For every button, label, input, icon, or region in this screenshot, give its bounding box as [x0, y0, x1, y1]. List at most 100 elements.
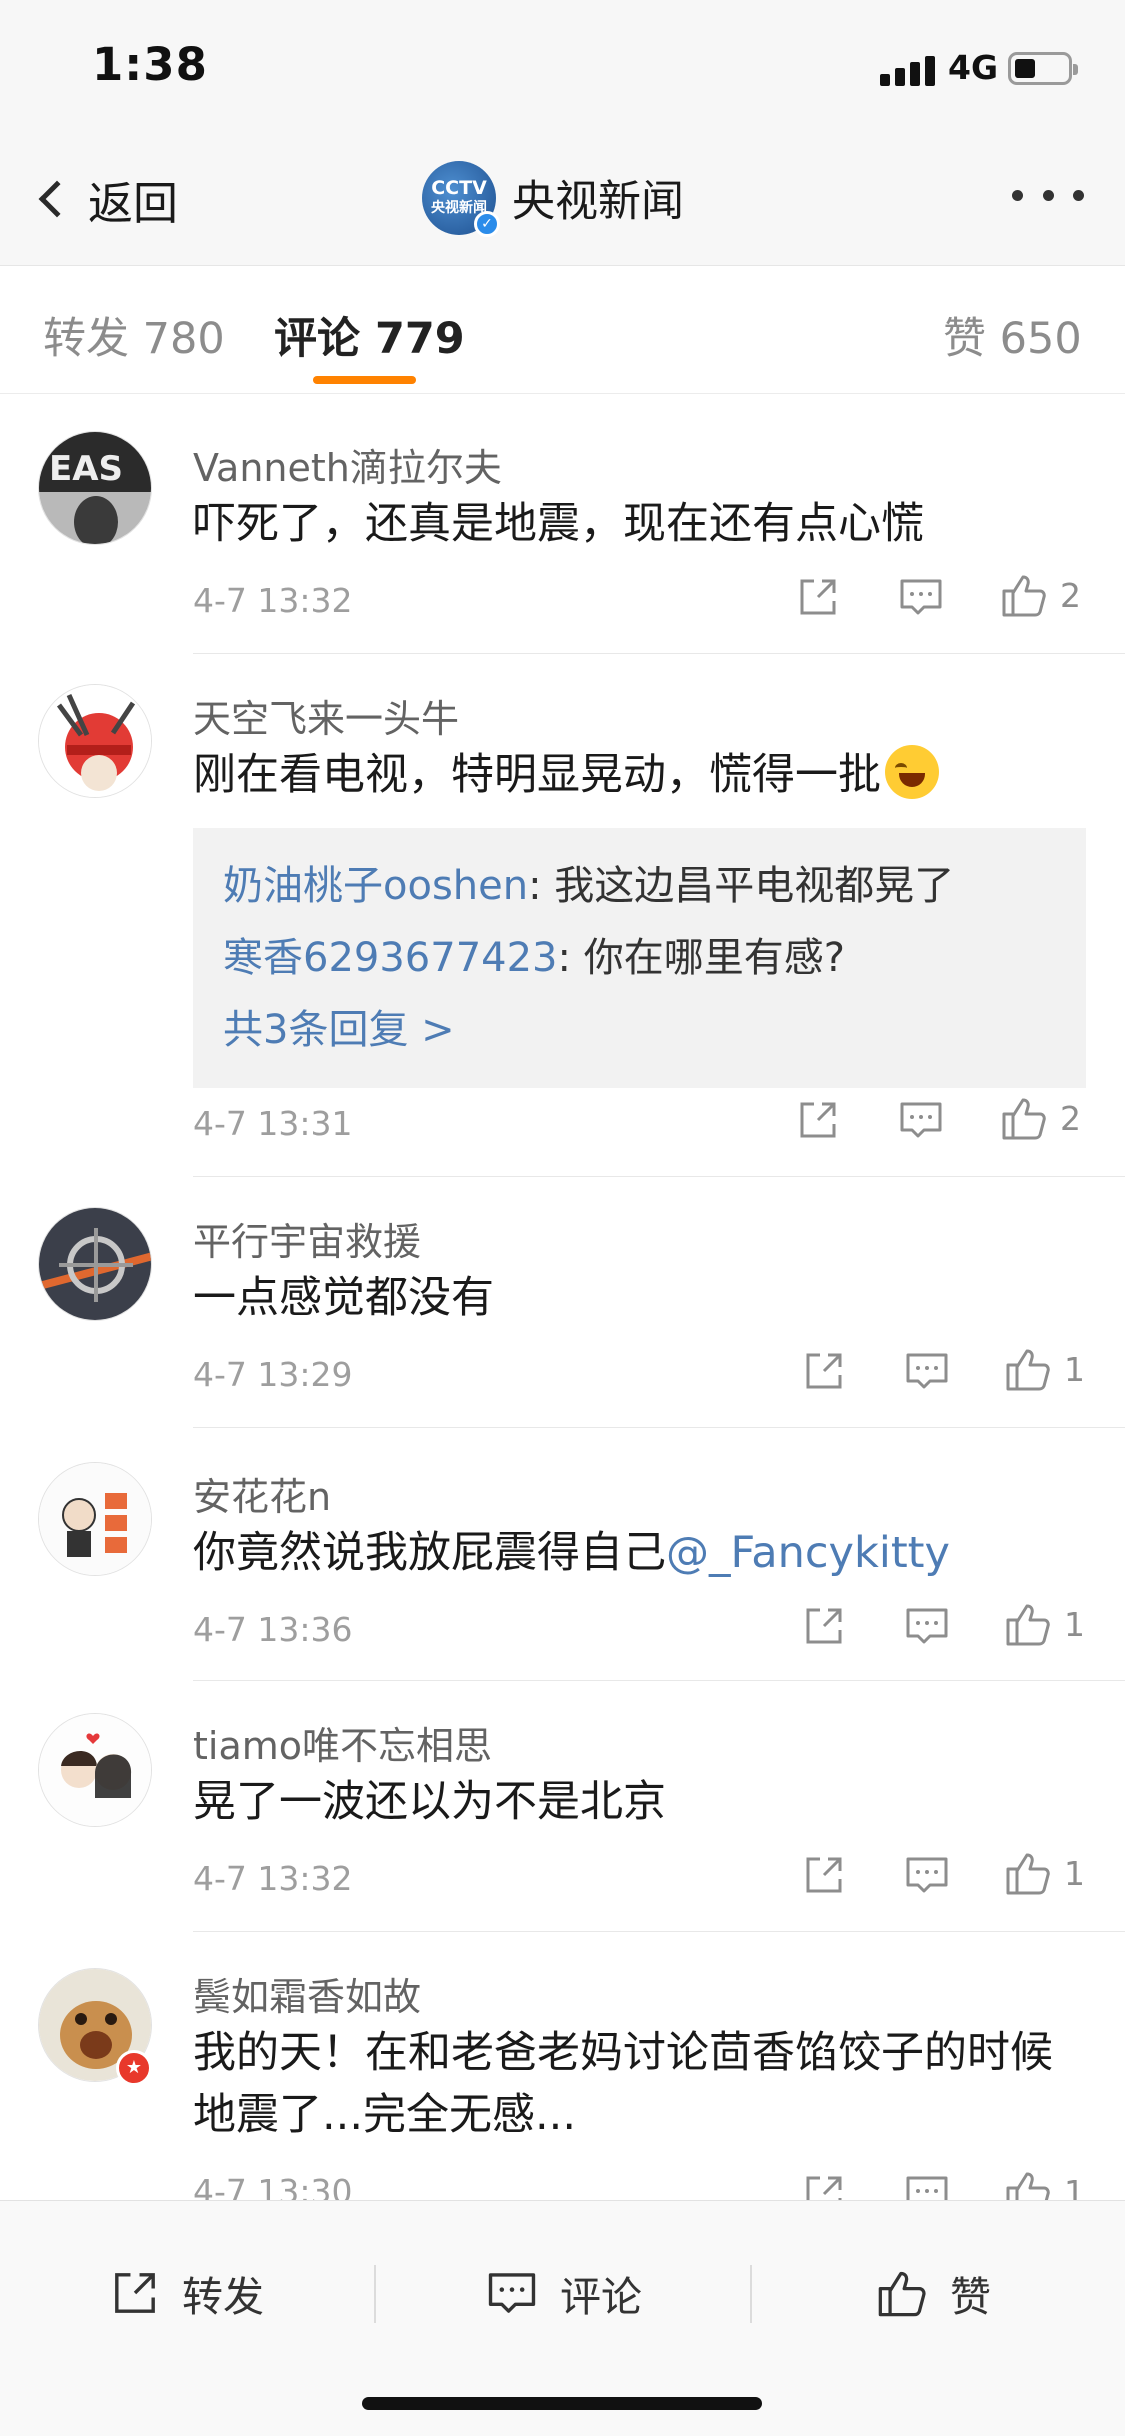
repost-button[interactable]: 转发: [110, 2263, 264, 2323]
reply-button[interactable]: [904, 1349, 950, 1393]
commenter-name[interactable]: tiamo唯不忘相思: [193, 1715, 492, 1770]
like-button[interactable]: 2: [1000, 571, 1081, 619]
reply-button[interactable]: [904, 1604, 950, 1648]
reply-user[interactable]: 寒香6293677423: [223, 935, 558, 981]
comment-text: 一点感觉都没有: [193, 1273, 494, 1323]
reply-text: : 我这边昌平电视都晃了: [528, 863, 955, 909]
reply-user[interactable]: 奶油桃子ooshen: [223, 863, 528, 909]
like-button[interactable]: 1: [1004, 1345, 1085, 1393]
divider: [193, 1931, 1125, 1932]
view-all-replies-link[interactable]: 共3条回复 >: [223, 994, 1056, 1066]
comment-text: 我的天！在和老爸老妈讨论茴香馅饺子的时候地震了...完全无感...: [193, 2028, 1053, 2140]
repost-label: 转发: [182, 2273, 264, 2321]
commenter-name[interactable]: 天空飞来一头牛: [193, 688, 459, 743]
like-button[interactable]: 赞: [876, 2263, 991, 2323]
comment-button[interactable]: 评论: [486, 2263, 642, 2323]
tab-bar: 转发 780 评论 779 赞 650: [0, 266, 1125, 394]
reply-item[interactable]: 奶油桃子ooshen: 我这边昌平电视都晃了: [223, 850, 1056, 922]
commenter-name[interactable]: 安花花n: [193, 1466, 331, 1521]
like-button[interactable]: 1: [1004, 1849, 1085, 1897]
cctv-logo: CCTV 央视新闻 ✓: [422, 161, 500, 237]
share-button[interactable]: [796, 1098, 840, 1142]
comment-time: 4-7 13:29: [193, 1355, 353, 1394]
share-icon: [115, 2273, 155, 2313]
comment-icon: [906, 1353, 948, 1389]
reply-text: : 你在哪里有感?: [557, 935, 845, 981]
member-badge-icon: ★: [116, 2050, 152, 2086]
reply-button[interactable]: [898, 1098, 944, 1142]
back-button[interactable]: 返回: [32, 164, 178, 234]
comment-text: 晃了一波还以为不是北京: [193, 1777, 666, 1827]
avatar[interactable]: [38, 1207, 152, 1321]
verified-icon: ✓: [474, 211, 500, 237]
like-count: 2: [1060, 1098, 1081, 1138]
comment-time: 4-7 13:36: [193, 1610, 353, 1649]
share-icon: [806, 1608, 842, 1644]
commenter-name[interactable]: 平行宇宙救援: [193, 1211, 421, 1266]
active-tab-indicator: [313, 376, 416, 384]
avatar[interactable]: [38, 1462, 152, 1576]
divider: [193, 1680, 1125, 1681]
like-count: 1: [1064, 1604, 1085, 1644]
like-count: 1: [1064, 1853, 1085, 1893]
comment-list[interactable]: EAS Vanneth滴拉尔夫 吓死了，还真是地震，现在还有点心慌 4-7 13…: [0, 395, 1125, 2200]
account-title[interactable]: CCTV 央视新闻 ✓ 央视新闻: [422, 160, 684, 237]
reply-button[interactable]: [904, 1853, 950, 1897]
like-button[interactable]: 1: [1004, 1600, 1085, 1648]
avatar[interactable]: [38, 1713, 152, 1827]
share-button[interactable]: [802, 2172, 846, 2200]
chevron-left-icon: [38, 180, 76, 218]
reply-button[interactable]: [904, 2172, 950, 2200]
share-icon: [800, 1102, 836, 1138]
commenter-name[interactable]: Vanneth滴拉尔夫: [193, 437, 502, 492]
share-icon: [806, 2176, 842, 2200]
like-button[interactable]: 1: [1004, 2168, 1085, 2200]
share-icon: [806, 1353, 842, 1389]
laughing-crying-emoji-icon: [885, 745, 939, 799]
comment-text: 吓死了，还真是地震，现在还有点心慌: [193, 499, 924, 549]
more-horizontal-icon[interactable]: [1012, 190, 1084, 206]
reply-item[interactable]: 寒香6293677423: 你在哪里有感?: [223, 922, 1056, 994]
like-button[interactable]: 2: [1000, 1094, 1081, 1142]
divider: [750, 2265, 752, 2323]
comment-icon: [900, 579, 942, 615]
comment-label: 评论: [560, 2273, 642, 2321]
comment-text: 你竟然说我放屁震得自己@_Fancykitty: [193, 1528, 950, 1578]
svg-text:EAS: EAS: [49, 449, 123, 489]
thumbs-up-icon: [1002, 575, 1046, 617]
tab-repost[interactable]: 转发 780: [43, 304, 225, 366]
share-icon: [806, 1857, 842, 1893]
reply-button[interactable]: [898, 575, 944, 619]
avatar[interactable]: EAS: [38, 431, 152, 545]
share-button[interactable]: [802, 1604, 846, 1648]
share-button[interactable]: [802, 1853, 846, 1897]
comment-icon: [488, 2273, 536, 2313]
tab-comments[interactable]: 评论 779: [274, 304, 465, 366]
reply-preview[interactable]: 奶油桃子ooshen: 我这边昌平电视都晃了 寒香6293677423: 你在哪…: [193, 828, 1086, 1088]
header: 1:38 4G 返回 CCTV 央视新闻 ✓ 央视新闻: [0, 0, 1125, 266]
tab-likes[interactable]: 赞 650: [943, 304, 1082, 366]
comment-text: 刚在看电视，特明显晃动，慌得一批: [193, 744, 1093, 806]
like-count: 1: [1064, 2172, 1085, 2201]
share-icon: [800, 579, 836, 615]
share-button[interactable]: [796, 575, 840, 619]
comment-icon: [906, 1608, 948, 1644]
status-time: 1:38: [92, 38, 208, 91]
avatar[interactable]: [38, 684, 152, 798]
home-indicator[interactable]: [362, 2397, 762, 2410]
like-count: 1: [1064, 1349, 1085, 1389]
divider: [193, 1176, 1125, 1177]
share-button[interactable]: [802, 1349, 846, 1393]
like-label: 赞: [950, 2273, 991, 2321]
back-label: 返回: [88, 176, 179, 230]
divider: [374, 2265, 376, 2323]
mention-link[interactable]: @_Fancykitty: [666, 1528, 950, 1578]
thumbs-up-icon: [1002, 1098, 1046, 1140]
comment-time: 4-7 13:32: [193, 1859, 353, 1898]
divider: [193, 653, 1125, 654]
signal-icon: [880, 56, 936, 86]
network-type: 4G: [948, 48, 999, 87]
commenter-name[interactable]: 鬓如霜香如故: [193, 1966, 421, 2021]
thumbs-up-icon: [878, 2271, 926, 2317]
thumbs-up-icon: [1006, 1853, 1050, 1895]
